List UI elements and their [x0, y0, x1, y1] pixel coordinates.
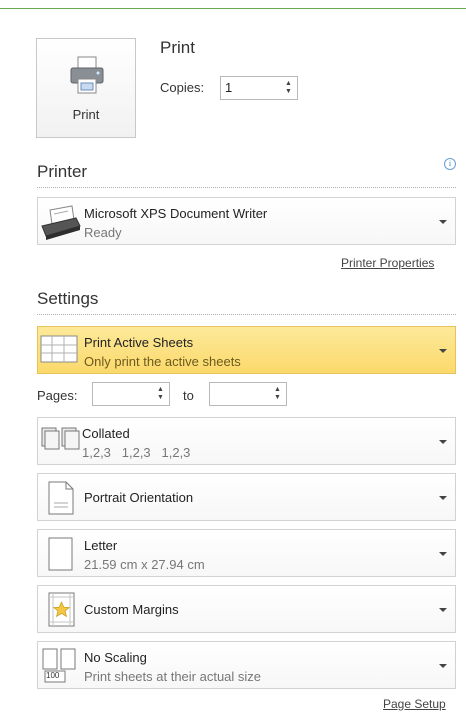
margins-star-icon — [48, 592, 76, 633]
scaling-icon-text: 100 — [46, 671, 60, 680]
copies-label: Copies: — [160, 80, 205, 95]
paper-size-label: Letter — [84, 538, 118, 553]
chevron-down-icon — [439, 552, 447, 556]
page-setup-link[interactable]: Page Setup — [383, 697, 446, 711]
printer-dropdown[interactable]: Microsoft XPS Document Writer Ready — [37, 197, 456, 245]
scaling-icon — [41, 647, 81, 690]
info-icon[interactable]: i — [444, 158, 456, 170]
scaling-dropdown[interactable]: 100 No Scaling Print sheets at their act… — [37, 641, 456, 689]
copies-input[interactable] — [225, 80, 265, 95]
collation-dropdown[interactable]: Collated 1,2,3 1,2,3 1,2,3 — [37, 417, 456, 465]
orientation-dropdown[interactable]: Portrait Orientation — [37, 473, 456, 521]
pages-to-spin-arrows[interactable]: ▲ ▼ — [273, 386, 282, 402]
chevron-down-icon — [439, 664, 447, 668]
copies-stepper[interactable]: ▲▼ — [220, 76, 298, 100]
pages-from-input[interactable] — [97, 386, 137, 401]
paper-icon — [48, 537, 74, 576]
pages-to-input[interactable] — [214, 386, 254, 401]
margins-dropdown[interactable]: Custom Margins — [37, 585, 456, 633]
print-button-label: Print — [72, 107, 100, 122]
chevron-down-icon — [439, 440, 447, 444]
collation-desc: 1,2,3 1,2,3 1,2,3 — [82, 445, 191, 460]
printer-properties-link[interactable]: Printer Properties — [341, 256, 434, 270]
chevron-down-icon — [439, 496, 447, 500]
print-what-dropdown[interactable]: Print Active Sheets Only print the activ… — [37, 326, 456, 374]
printer-device-icon — [40, 204, 82, 245]
to-label: to — [183, 388, 194, 403]
printer-status: Ready — [84, 225, 122, 240]
chevron-down-icon — [439, 349, 447, 353]
margins-label: Custom Margins — [84, 602, 179, 617]
printer-icon — [67, 55, 107, 102]
pages-to-stepper[interactable]: ▲ ▼ — [209, 382, 287, 406]
scaling-label: No Scaling — [84, 650, 147, 665]
orientation-label: Portrait Orientation — [84, 490, 194, 505]
print-what-desc: Only print the active sheets — [84, 354, 241, 369]
pages-from-spin-arrows[interactable]: ▲ ▼ — [156, 386, 165, 402]
scaling-desc: Print sheets at their actual size — [84, 669, 262, 684]
top-rule — [0, 8, 466, 9]
pages-label: Pages: — [37, 388, 78, 403]
settings-divider — [37, 314, 456, 315]
collated-icon — [41, 426, 81, 461]
portrait-page-icon — [48, 481, 74, 520]
pages-from-stepper[interactable]: ▲ ▼ — [92, 382, 170, 406]
print-what-label: Print Active Sheets — [84, 335, 194, 350]
paper-size-desc: 21.59 cm x 27.94 cm — [84, 557, 205, 572]
printer-divider — [37, 187, 456, 188]
chevron-down-icon — [439, 608, 447, 612]
chevron-down-icon — [439, 220, 447, 224]
printer-name: Microsoft XPS Document Writer — [84, 206, 268, 221]
print-title: Print — [160, 38, 195, 57]
printer-heading: Printer — [37, 162, 88, 181]
settings-heading: Settings — [37, 289, 99, 308]
sheets-icon — [40, 333, 80, 372]
print-button[interactable]: Print — [36, 38, 136, 138]
copies-spin-arrows[interactable]: ▲ ▼ — [284, 80, 293, 96]
collation-label: Collated — [82, 426, 130, 441]
paper-size-dropdown[interactable]: Letter 21.59 cm x 27.94 cm — [37, 529, 456, 577]
